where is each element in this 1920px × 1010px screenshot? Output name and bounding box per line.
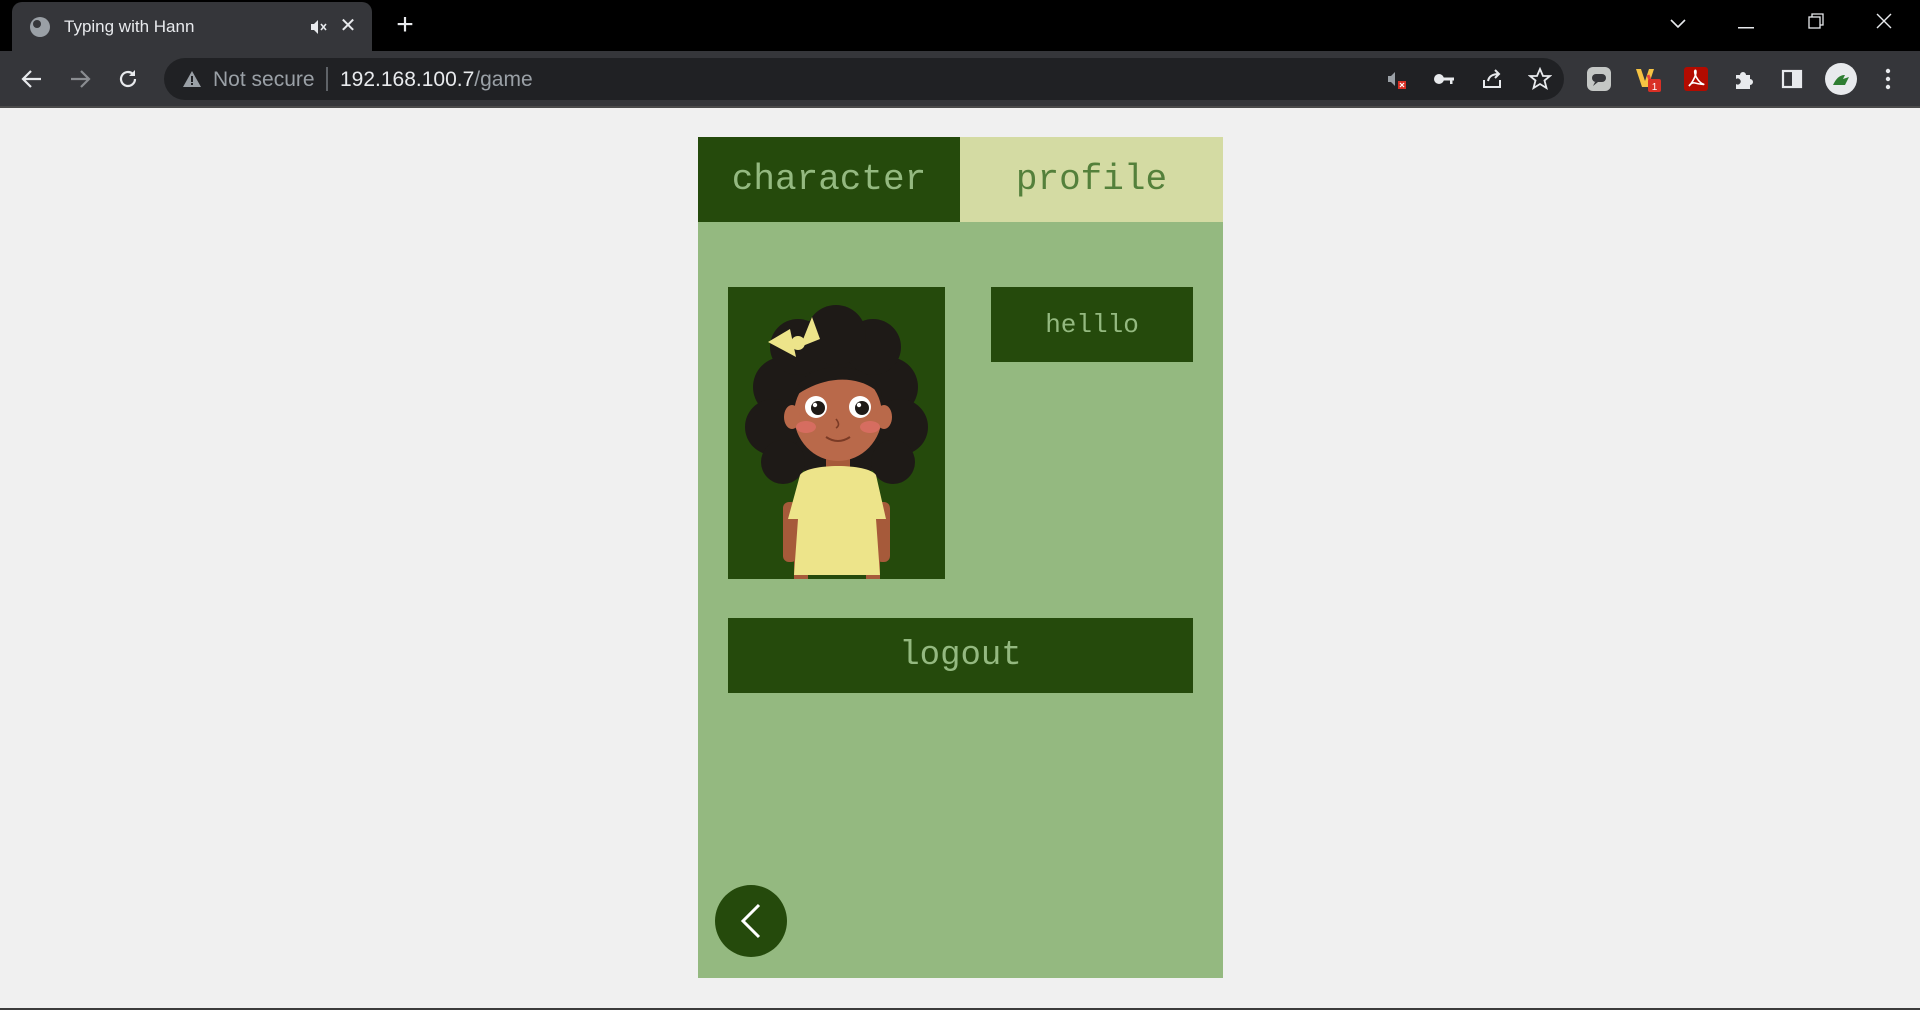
browser-toolbar: Not secure 192.168.100.7/game 1 [0, 51, 1920, 106]
reload-icon[interactable] [114, 65, 142, 93]
minimize-icon[interactable] [1728, 8, 1764, 38]
browser-tab[interactable]: Typing with Hann ✕ [12, 2, 372, 51]
sound-blocked-icon[interactable] [1382, 65, 1410, 93]
game-panel: character profile helllo logout [698, 137, 1223, 978]
bookmark-star-icon[interactable] [1526, 65, 1554, 93]
character-illustration [745, 305, 928, 579]
tab-profile[interactable]: profile [960, 137, 1223, 222]
muted-speaker-icon[interactable] [308, 17, 328, 37]
share-icon[interactable] [1478, 65, 1506, 93]
address-divider [326, 67, 328, 91]
tab-title: Typing with Hann [64, 16, 195, 36]
url-text[interactable]: 192.168.100.7/game [340, 68, 533, 92]
back-button[interactable] [715, 885, 787, 957]
notes-extension-icon[interactable]: 1 [1634, 65, 1662, 93]
game-tabs: character profile [698, 137, 1223, 222]
acrobat-extension-icon[interactable] [1682, 65, 1710, 93]
side-panel-icon[interactable] [1778, 65, 1806, 93]
character-name: helllo [991, 287, 1193, 362]
chevron-left-icon [740, 903, 761, 939]
logout-button[interactable]: logout [728, 618, 1193, 693]
browser-menu-icon[interactable] [1874, 65, 1902, 93]
profile-avatar[interactable] [1825, 63, 1857, 95]
security-label: Not secure [213, 68, 315, 91]
address-bar[interactable]: Not secure 192.168.100.7/game [164, 58, 1564, 100]
browser-tabstrip: Typing with Hann ✕ + [0, 0, 1920, 51]
warning-icon[interactable] [182, 69, 202, 89]
line-extension-icon[interactable] [1585, 65, 1613, 93]
globe-icon [30, 16, 50, 37]
extensions-puzzle-icon[interactable] [1730, 65, 1758, 93]
key-icon[interactable] [1430, 65, 1458, 93]
toolbar-border [0, 106, 1920, 108]
svg-text:1: 1 [1652, 82, 1658, 93]
tab-character[interactable]: character [698, 137, 960, 222]
close-tab-icon[interactable]: ✕ [336, 14, 360, 38]
forward-arrow-icon[interactable] [66, 65, 94, 93]
back-arrow-icon[interactable] [18, 65, 46, 93]
close-window-icon[interactable] [1866, 8, 1902, 38]
character-portrait [728, 287, 945, 579]
tab-search-icon[interactable] [1660, 8, 1696, 38]
url-host: 192.168.100.7 [340, 68, 475, 91]
restore-icon[interactable] [1798, 8, 1834, 38]
new-tab-button[interactable]: + [390, 10, 420, 40]
url-path: /game [474, 68, 533, 91]
